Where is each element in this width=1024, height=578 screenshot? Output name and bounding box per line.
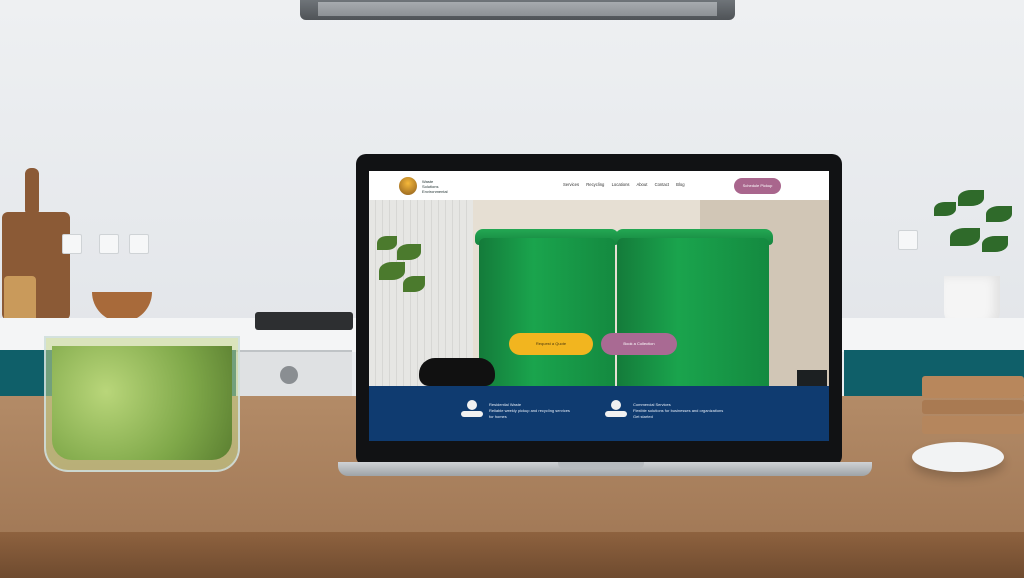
trash-bag — [419, 358, 495, 386]
service-detail: for homes — [489, 414, 507, 419]
cutting-board-handle — [25, 168, 39, 216]
kitchen-scene: Waste Solutions Environmental Services R… — [0, 0, 1024, 578]
service-commercial[interactable]: Commercial Services Flexible solutions f… — [633, 402, 763, 420]
range-hood-panel — [318, 2, 717, 16]
wall-outlet — [898, 230, 918, 250]
services-bar: Residential Waste Reliable weekly pickup… — [369, 386, 829, 441]
logo-text-line3: Environmental — [422, 189, 448, 194]
wall-outlet — [99, 234, 119, 254]
nav-item[interactable]: Recycling — [586, 182, 604, 187]
company-logo-text[interactable]: Waste Solutions Environmental — [422, 179, 448, 194]
company-logo-icon[interactable] — [399, 177, 417, 195]
site-header: Waste Solutions Environmental Services R… — [369, 171, 829, 201]
nav-item[interactable]: Blog — [676, 182, 684, 187]
green-waste-bin — [479, 238, 615, 388]
small-plant-pot — [797, 370, 827, 386]
book — [922, 400, 1024, 414]
icon-shape — [611, 400, 621, 410]
book-stack — [922, 376, 1024, 436]
stove — [236, 350, 352, 398]
hero-plant — [369, 228, 431, 318]
stove-knob — [280, 366, 298, 384]
plant-leaf — [986, 206, 1012, 222]
hero-section: Request a Quote Book a Collection — [369, 200, 829, 388]
plant-leaf — [379, 262, 405, 280]
laptop-screen: Waste Solutions Environmental Services R… — [369, 171, 829, 441]
table-edge — [0, 532, 1024, 578]
nav-item[interactable]: Services — [563, 182, 579, 187]
salad-glass-bowl — [44, 336, 240, 472]
wall-outlet — [129, 234, 149, 254]
plant-leaf — [403, 276, 425, 292]
salad-leaves — [52, 346, 232, 460]
utensil-holder — [4, 276, 36, 324]
recycling-person-icon — [461, 400, 483, 418]
icon-shape — [461, 411, 483, 417]
computer-mouse — [912, 442, 1004, 472]
service-detail: Get started — [633, 414, 653, 419]
wall-outlet — [62, 234, 82, 254]
plant-leaf — [397, 244, 421, 260]
schedule-pickup-button[interactable]: Schedule Pickup — [734, 178, 781, 194]
plant-leaf — [377, 236, 397, 250]
nav-item[interactable]: About — [636, 182, 647, 187]
laptop-notch — [558, 462, 644, 469]
icon-shape — [605, 411, 627, 417]
plant-leaf — [982, 236, 1008, 252]
green-waste-bin — [617, 238, 769, 388]
cooktop — [255, 312, 353, 330]
nav-item[interactable]: Locations — [612, 182, 630, 187]
plant-leaf — [934, 202, 956, 216]
plant-leaf — [958, 190, 984, 206]
service-residential[interactable]: Residential Waste Reliable weekly pickup… — [489, 402, 609, 420]
book — [922, 416, 1024, 434]
range-hood — [300, 0, 735, 20]
icon-shape — [467, 400, 477, 410]
book-collection-button[interactable]: Book a Collection — [601, 333, 677, 355]
nav-item[interactable]: Contact — [655, 182, 669, 187]
site-nav: Services Recycling Locations About Conta… — [563, 182, 691, 187]
request-quote-button[interactable]: Request a Quote — [509, 333, 593, 355]
plant-leaf — [950, 228, 980, 246]
book — [922, 376, 1024, 398]
community-icon — [605, 400, 627, 418]
